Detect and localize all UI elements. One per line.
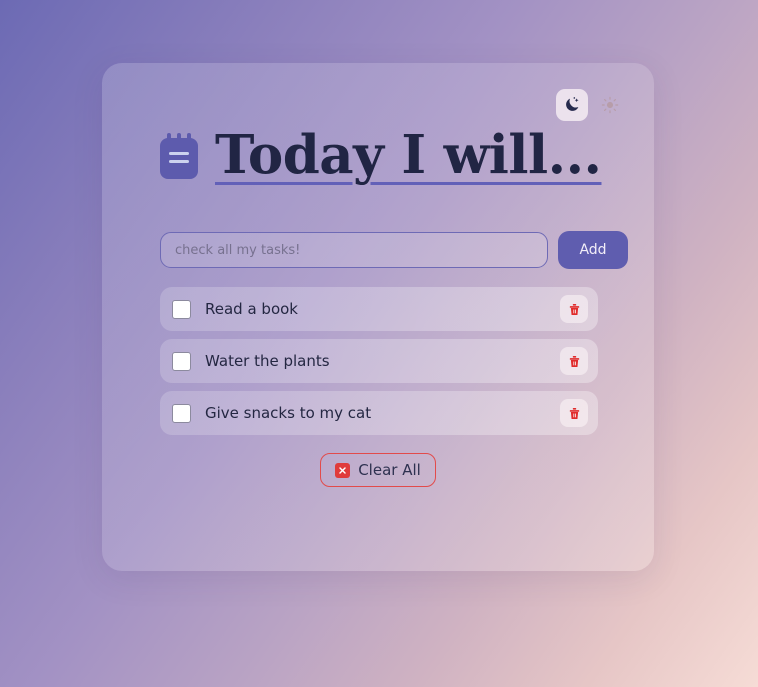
delete-task-button[interactable] — [560, 399, 588, 427]
task-checkbox[interactable] — [172, 299, 191, 319]
clear-all-label: Clear All — [358, 461, 421, 479]
light-mode-button[interactable] — [594, 89, 626, 121]
trash-icon — [569, 355, 579, 367]
delete-task-button[interactable] — [560, 295, 588, 323]
task-list: Read a book Water the plants Give snacks… — [160, 287, 598, 435]
add-task-button[interactable]: Add — [558, 231, 628, 269]
task-checkbox[interactable] — [172, 403, 191, 423]
todo-card: Today I will... Add Read a book Water th… — [102, 63, 654, 571]
sun-icon — [601, 96, 619, 114]
task-checkbox[interactable] — [172, 351, 191, 371]
app-header: Today I will... — [160, 124, 602, 186]
clear-all-button[interactable]: Clear All — [320, 453, 436, 487]
theme-toggle-group — [556, 89, 626, 121]
page-title: Today I will... — [215, 124, 602, 186]
compose-row: Add — [160, 231, 628, 269]
delete-task-button[interactable] — [560, 347, 588, 375]
task-label: Give snacks to my cat — [205, 404, 372, 422]
trash-icon — [569, 303, 579, 315]
notepad-icon — [160, 132, 198, 179]
dark-mode-button[interactable] — [556, 89, 588, 121]
new-task-input[interactable] — [160, 232, 548, 268]
task-label: Read a book — [205, 300, 298, 318]
task-row[interactable]: Read a book — [160, 287, 598, 331]
task-row[interactable]: Give snacks to my cat — [160, 391, 598, 435]
task-row[interactable]: Water the plants — [160, 339, 598, 383]
moon-star-icon — [566, 97, 579, 111]
trash-icon — [569, 407, 579, 419]
clear-all-row: Clear All — [102, 453, 654, 487]
x-square-icon — [335, 462, 351, 478]
task-label: Water the plants — [205, 352, 330, 370]
